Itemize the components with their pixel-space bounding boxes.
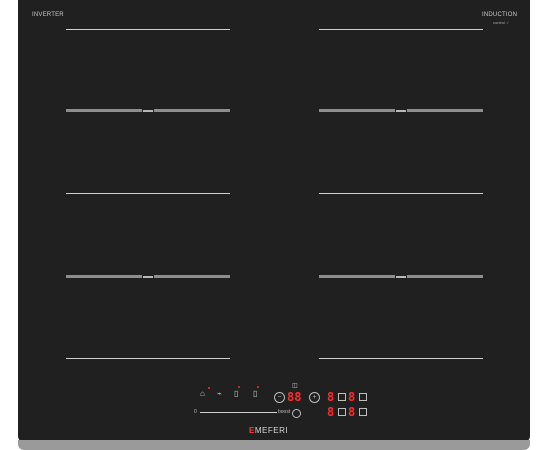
brand-logo-text: MEFERI — [254, 426, 289, 435]
zone-display-3: 8 — [327, 405, 335, 419]
power-icon[interactable] — [292, 409, 301, 418]
slider-max-label: boost — [278, 409, 291, 415]
wifi-icon[interactable]: ⌁ — [217, 390, 222, 398]
left-zone-top-line — [66, 29, 230, 30]
minus-button[interactable]: − — [274, 392, 285, 403]
left-zone-divider-2b — [154, 275, 230, 278]
timer-icon: ◫ — [292, 383, 298, 389]
bridge-icon-right[interactable]: ▯ — [253, 390, 257, 398]
right-zone-divider-1a — [319, 109, 395, 112]
center-display: 88 — [287, 390, 302, 404]
left-zone-bottom-line — [66, 358, 230, 359]
induction-sub-label: control ✓ — [493, 20, 510, 25]
lock-indicator — [208, 387, 210, 389]
zone-display-2: 8 — [348, 390, 356, 404]
left-zone-divider-1a — [66, 109, 142, 112]
left-zone-divider-2a — [66, 275, 142, 278]
right-zone-bottom-line — [319, 358, 483, 359]
zone-display-1: 8 — [327, 390, 335, 404]
brand-logo: EMEFERI — [249, 426, 288, 435]
right-zone-divider-2a — [319, 275, 395, 278]
right-zone-divider-2-mid — [396, 276, 406, 278]
slider-min-label: 0 — [194, 409, 197, 415]
zone-3-icon[interactable] — [338, 408, 346, 416]
induction-label: INDUCTION — [482, 12, 518, 18]
left-zone-divider-1-mid — [143, 110, 153, 112]
bridge-icon-left[interactable]: ▯ — [234, 390, 238, 398]
left-zone-center-line — [66, 193, 230, 194]
plus-button[interactable]: + — [309, 392, 320, 403]
right-zone-divider-2b — [407, 275, 483, 278]
zone-2-icon[interactable] — [359, 393, 367, 401]
lock-icon[interactable]: ⌂ — [200, 390, 205, 398]
left-zone-divider-2-mid — [143, 276, 153, 278]
inverter-label: INVERTER — [32, 12, 64, 18]
right-zone-center-line — [319, 193, 483, 194]
hob-front-edge — [18, 440, 530, 450]
bridge-right-indicator — [257, 386, 259, 388]
power-slider[interactable] — [200, 412, 277, 413]
bridge-left-indicator — [238, 386, 240, 388]
left-zone-divider-1b — [154, 109, 230, 112]
zone-display-4: 8 — [348, 405, 356, 419]
right-zone-divider-1b — [407, 109, 483, 112]
zone-4-icon[interactable] — [359, 408, 367, 416]
right-zone-top-line — [319, 29, 483, 30]
zone-1-icon[interactable] — [338, 393, 346, 401]
right-zone-divider-1-mid — [396, 110, 406, 112]
induction-hob — [18, 0, 530, 442]
